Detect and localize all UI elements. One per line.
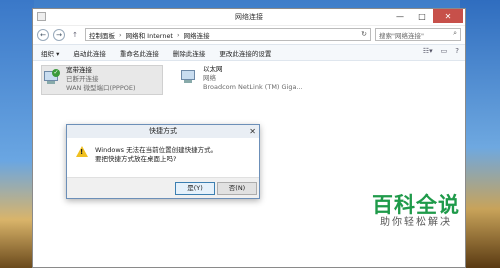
network-adapter-icon bbox=[179, 68, 199, 86]
preview-pane-icon[interactable]: ▭ bbox=[441, 47, 448, 55]
maximize-button[interactable]: □ bbox=[411, 9, 433, 23]
watermark-logo: 百科全说 助你轻松解决 bbox=[366, 193, 466, 229]
view-controls: ☷▾ ▭ ? bbox=[423, 47, 459, 55]
address-bar-row: ← → ↑ 控制面板 › 网络和 Internet › 网络连接 ↻ 搜索"网络… bbox=[33, 26, 465, 44]
dialog-message-line1: Windows 无法在当前位置创建快捷方式。 bbox=[95, 146, 218, 154]
shortcut-dialog: 快捷方式 ✕ ! Windows 无法在当前位置创建快捷方式。 要把快捷方式放在… bbox=[66, 124, 260, 199]
dialog-close-icon[interactable]: ✕ bbox=[249, 125, 256, 138]
yes-button[interactable]: 是(Y) bbox=[175, 182, 215, 195]
desktop-background-left bbox=[0, 0, 34, 268]
connection-item-broadband[interactable]: ✓ 宽带连接 已断开连接 WAN 微型端口(PPPOE) bbox=[41, 65, 163, 95]
connection-device: Broadcom NetLink (TM) Giga... bbox=[203, 83, 303, 91]
close-button[interactable]: ✕ bbox=[433, 9, 463, 23]
search-input[interactable]: 搜索"网络连接" ⌕ bbox=[375, 28, 461, 41]
search-icon[interactable]: ⌕ bbox=[453, 29, 457, 38]
delete-connection-button[interactable]: 删除此连接 bbox=[173, 48, 206, 58]
connection-name: 宽带连接 bbox=[66, 66, 92, 74]
command-bar: 组织 ▾ 启动此连接 重命名此连接 删除此连接 更改此连接的设置 ☷▾ ▭ ? bbox=[33, 44, 465, 61]
no-button[interactable]: 否(N) bbox=[217, 182, 257, 195]
dialog-footer: 是(Y) 否(N) bbox=[67, 177, 259, 198]
organize-menu[interactable]: 组织 ▾ bbox=[41, 48, 59, 58]
warning-mark: ! bbox=[80, 148, 84, 156]
forward-icon[interactable]: → bbox=[53, 29, 65, 41]
search-placeholder: 搜索"网络连接" bbox=[379, 31, 424, 40]
breadcrumb-separator: › bbox=[119, 30, 122, 39]
back-icon[interactable]: ← bbox=[37, 29, 49, 41]
window-controls: — □ ✕ bbox=[389, 9, 463, 23]
refresh-icon[interactable]: ↻ bbox=[361, 30, 367, 38]
view-options-icon[interactable]: ☷▾ bbox=[423, 47, 433, 55]
connection-status: 已断开连接 bbox=[66, 75, 99, 83]
start-connection-button[interactable]: 启动此连接 bbox=[73, 48, 106, 58]
dialog-message: Windows 无法在当前位置创建快捷方式。 要把快捷方式放在桌面上吗? bbox=[95, 146, 217, 163]
breadcrumb-segment[interactable]: 网络连接 bbox=[184, 30, 210, 40]
breadcrumb-segment[interactable]: 网络和 Internet bbox=[126, 30, 173, 40]
breadcrumb-segment[interactable]: 控制面板 bbox=[89, 30, 115, 40]
desktop-background-right bbox=[460, 0, 500, 268]
up-icon[interactable]: ↑ bbox=[69, 29, 81, 41]
watermark-title: 百科全说 bbox=[372, 193, 460, 217]
connection-device: WAN 微型端口(PPPOE) bbox=[66, 84, 136, 92]
address-bar[interactable]: 控制面板 › 网络和 Internet › 网络连接 ↻ bbox=[85, 28, 371, 41]
dialog-title: 快捷方式 bbox=[67, 125, 259, 138]
network-adapter-icon: ✓ bbox=[42, 69, 62, 87]
title-bar[interactable]: 网络连接 — □ ✕ bbox=[33, 9, 465, 26]
change-settings-button[interactable]: 更改此连接的设置 bbox=[219, 48, 271, 58]
help-icon[interactable]: ? bbox=[455, 47, 459, 55]
dialog-message-line2: 要把快捷方式放在桌面上吗? bbox=[95, 154, 177, 163]
connection-name: 以太网 bbox=[203, 65, 223, 73]
breadcrumb-separator: › bbox=[177, 30, 180, 39]
rename-connection-button[interactable]: 重命名此连接 bbox=[120, 48, 159, 58]
minimize-button[interactable]: — bbox=[389, 9, 411, 23]
watermark-subtitle: 助你轻松解决 bbox=[380, 217, 452, 228]
connection-item-ethernet[interactable]: 以太网 网络 Broadcom NetLink (TM) Giga... bbox=[179, 65, 319, 93]
connection-status: 网络 bbox=[203, 74, 216, 82]
